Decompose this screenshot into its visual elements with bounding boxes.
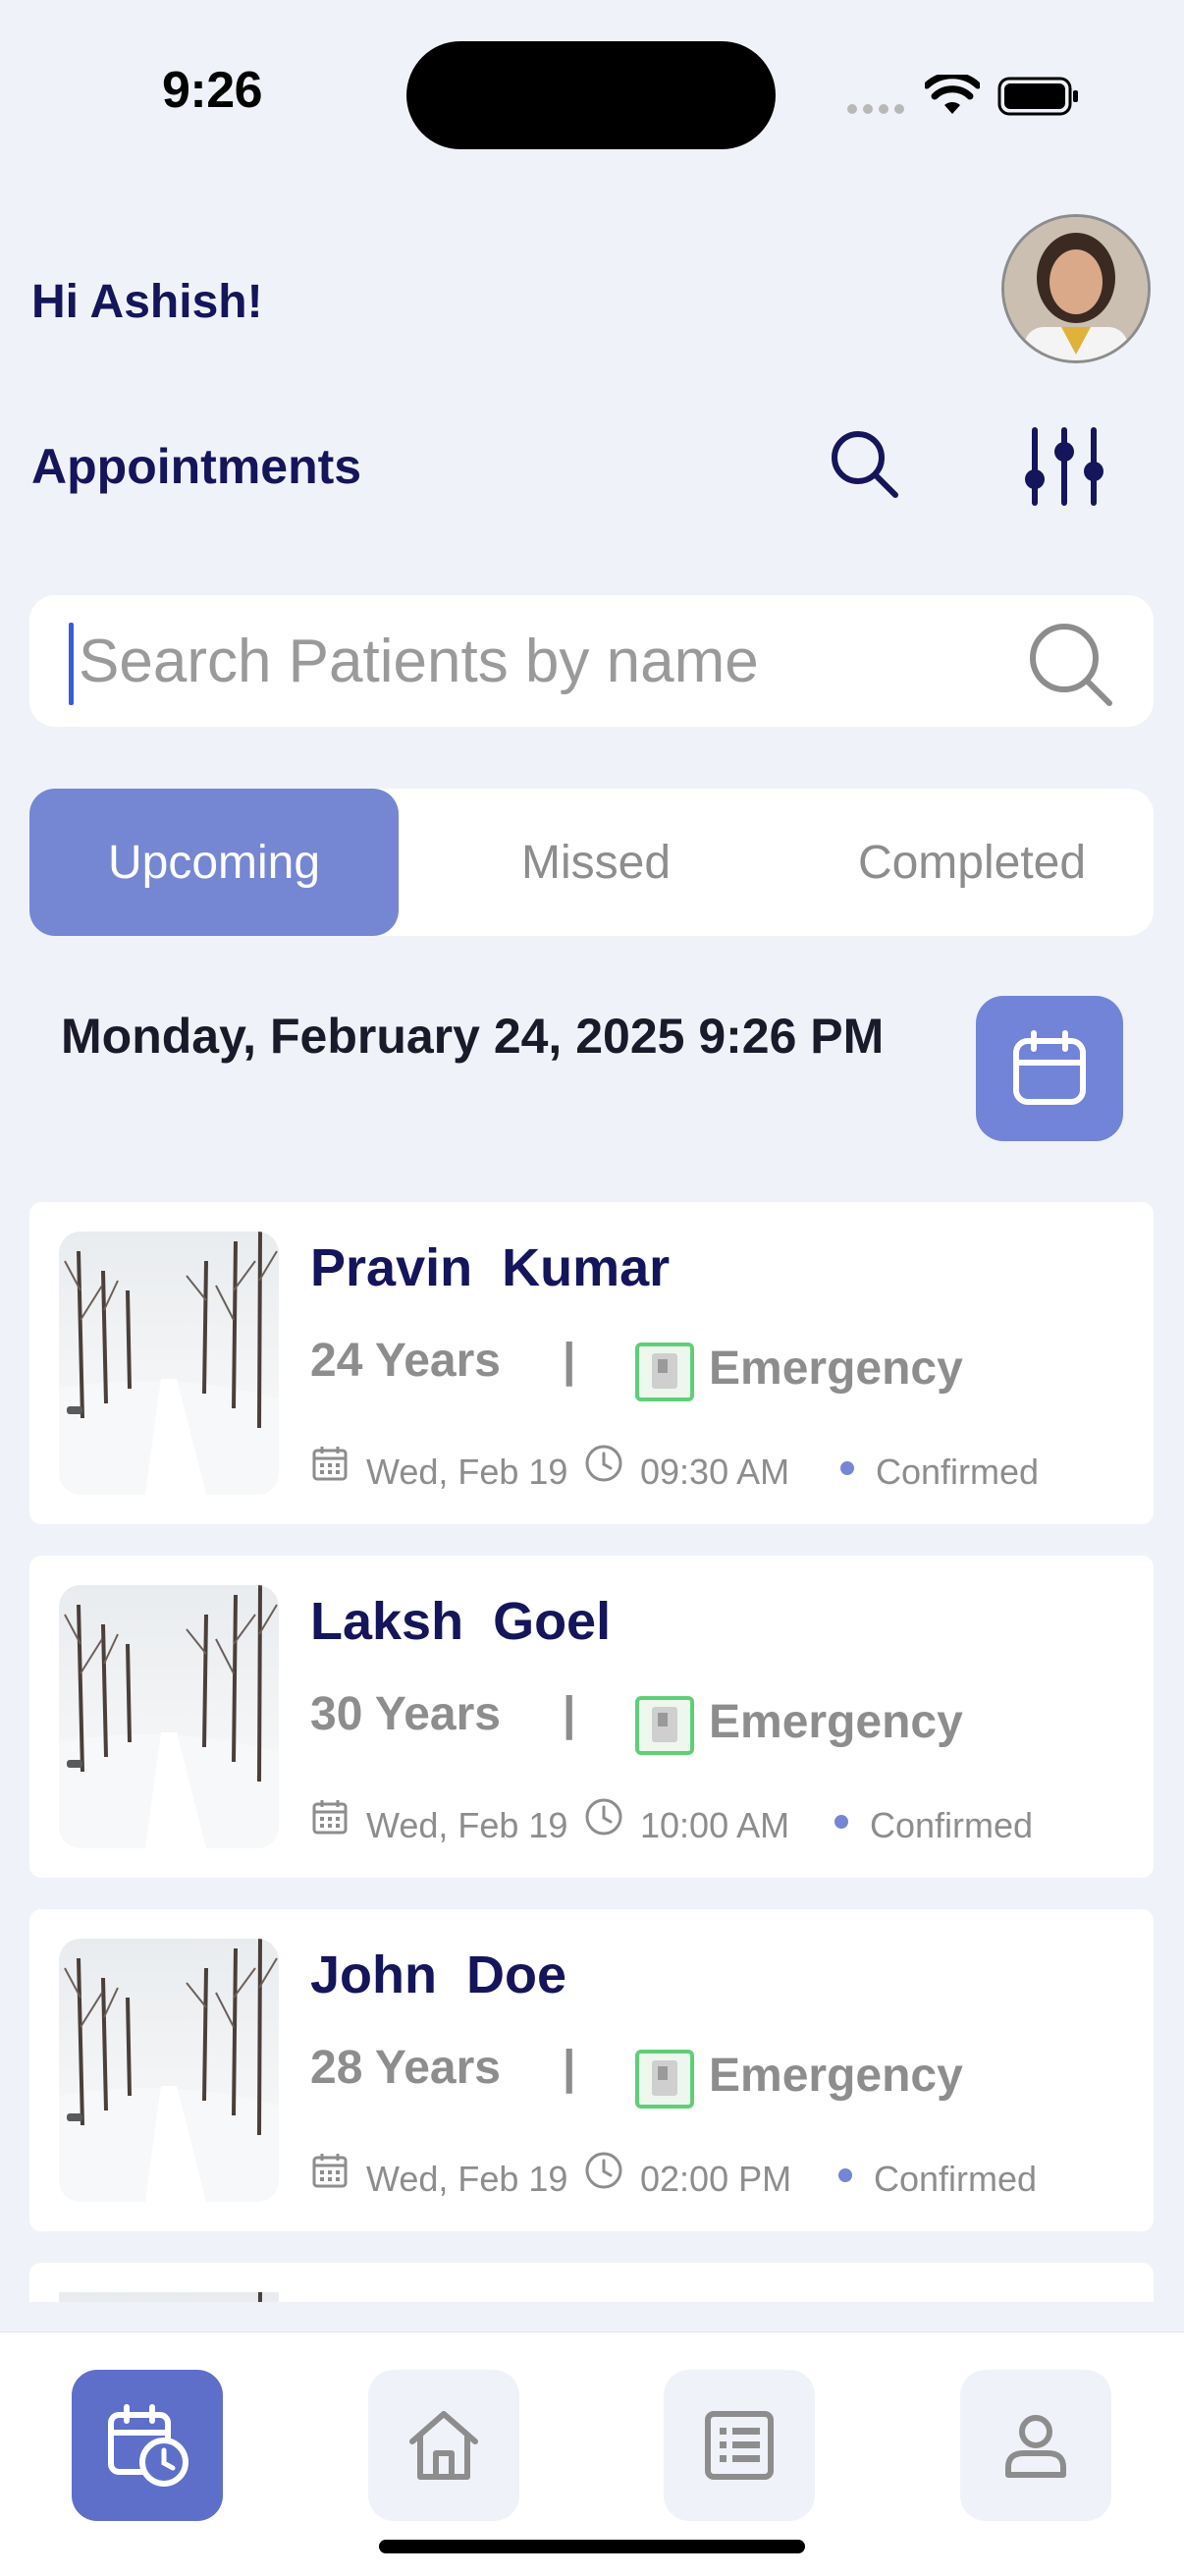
nav-profile[interactable] — [960, 2370, 1111, 2521]
clock-icon — [584, 1797, 623, 1836]
patient-photo — [59, 1585, 279, 1848]
tab-completed[interactable]: Completed — [790, 789, 1154, 936]
appointment-card[interactable]: Pravin Kumar 24 Years | Emergency Wed, F… — [29, 1202, 1154, 1524]
profile-icon — [1005, 2415, 1066, 2478]
calendar-clock-icon — [108, 2404, 188, 2487]
home-icon — [409, 2411, 478, 2480]
appointment-card-partial[interactable] — [29, 2263, 1154, 2302]
calendar-icon — [310, 2151, 350, 2190]
list-document-icon — [705, 2411, 774, 2480]
nav-records[interactable] — [664, 2370, 815, 2521]
appointment-status: Confirmed — [870, 1805, 1034, 1845]
calendar-button[interactable] — [976, 996, 1123, 1141]
appointment-card[interactable]: Laksh Goel 30 Years | Emergency Wed, Feb… — [29, 1556, 1154, 1878]
appointment-status: Confirmed — [876, 1452, 1040, 1492]
home-indicator — [379, 2540, 805, 2553]
appointment-type: Emergency — [709, 2050, 963, 2102]
status-dot — [834, 1815, 848, 1829]
date-heading: Monday, February 24, 2025 9:26 PM — [61, 1009, 885, 1064]
appointment-date: Wed, Feb 19 — [366, 2159, 568, 2199]
appointment-status: Confirmed — [874, 2159, 1038, 2199]
greeting-text: Hi Ashish! — [31, 276, 263, 328]
patient-photo — [59, 1939, 279, 2202]
avatar[interactable] — [1001, 214, 1151, 363]
text-caret — [69, 623, 74, 705]
clock-icon — [584, 1444, 623, 1483]
separator: | — [563, 2042, 576, 2094]
battery-icon — [997, 77, 1078, 116]
search-icon[interactable] — [1023, 617, 1117, 711]
search-bar — [29, 595, 1154, 727]
calendar-icon — [310, 1444, 350, 1483]
status-dot — [840, 1461, 854, 1475]
appointment-date: Wed, Feb 19 — [366, 1452, 568, 1492]
separator: | — [563, 1335, 576, 1387]
filter-sliders-icon[interactable] — [1017, 422, 1111, 511]
nav-home[interactable] — [368, 2370, 519, 2521]
appointment-time: 10:00 AM — [640, 1805, 790, 1845]
search-input[interactable] — [71, 617, 1021, 705]
appointment-card[interactable]: John Doe 28 Years | Emergency Wed, Feb 1… — [29, 1909, 1154, 2231]
patient-age: 24 Years — [310, 1335, 501, 1387]
calendar-icon — [1013, 1030, 1086, 1105]
nav-appointments[interactable] — [72, 2370, 223, 2521]
tab-upcoming[interactable]: Upcoming — [29, 789, 399, 936]
appointment-date: Wed, Feb 19 — [366, 1805, 568, 1845]
patient-name: Pravin Kumar — [310, 1238, 671, 1297]
search-icon[interactable] — [825, 424, 903, 503]
patient-name: Laksh Goel — [310, 1592, 612, 1651]
emergency-icon — [634, 2049, 695, 2110]
dynamic-island — [406, 41, 776, 149]
tab-missed[interactable]: Missed — [414, 789, 778, 936]
patient-photo — [59, 2292, 279, 2302]
appointment-time: 02:00 PM — [640, 2159, 792, 2199]
signal-dots-icon — [847, 104, 904, 114]
status-dot — [838, 2168, 852, 2182]
appointment-time: 09:30 AM — [640, 1452, 790, 1492]
calendar-icon — [310, 1797, 350, 1836]
patient-age: 30 Years — [310, 1688, 501, 1740]
clock-icon — [584, 2151, 623, 2190]
appointment-type: Emergency — [709, 1696, 963, 1748]
patient-age: 28 Years — [310, 2042, 501, 2094]
patient-photo — [59, 1232, 279, 1495]
appointment-type: Emergency — [709, 1343, 963, 1395]
appointment-tabs: Upcoming Missed Completed — [29, 789, 1154, 936]
appointments-title: Appointments — [31, 439, 362, 494]
doctor-avatar-image — [1004, 217, 1148, 360]
status-time: 9:26 — [162, 62, 263, 119]
patient-name: John Doe — [310, 1946, 567, 2004]
separator: | — [563, 1688, 576, 1740]
emergency-icon — [634, 1342, 695, 1402]
wifi-icon — [925, 75, 980, 114]
emergency-icon — [634, 1695, 695, 1756]
